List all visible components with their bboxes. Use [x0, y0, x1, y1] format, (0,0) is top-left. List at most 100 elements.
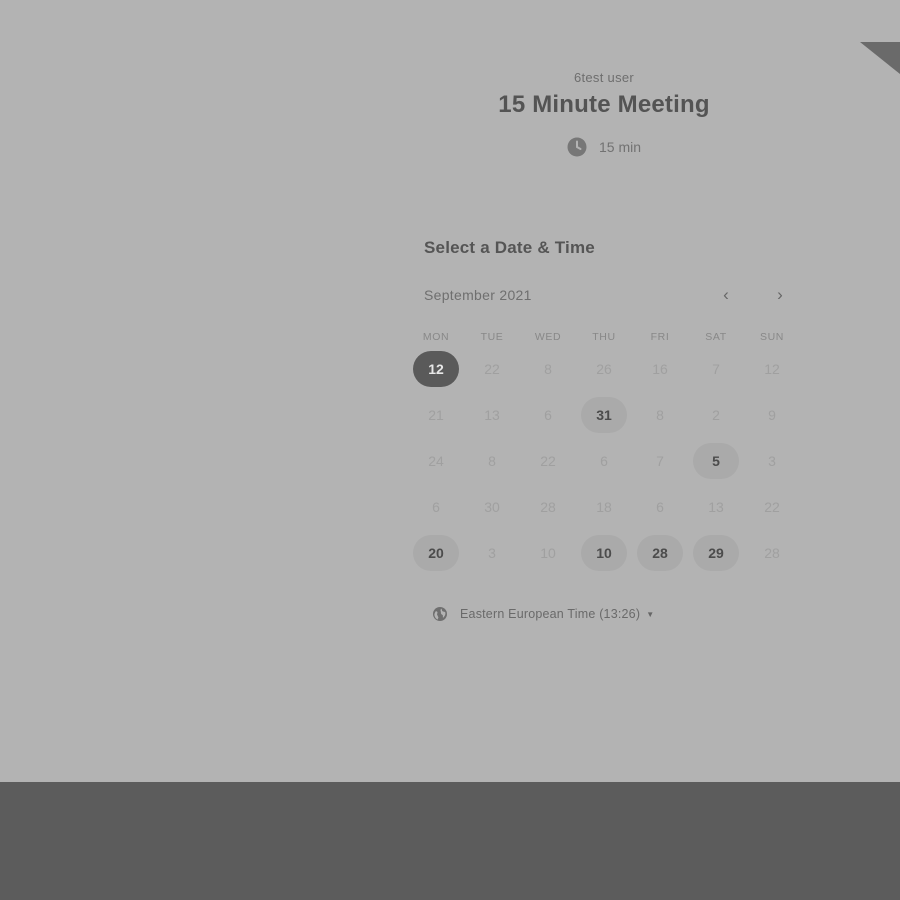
- calendar-day-unavailable: 7: [688, 346, 744, 392]
- calendar-day-number: 16: [652, 361, 668, 377]
- calendar-day-number: 29: [693, 535, 739, 571]
- clock-icon: [567, 137, 587, 157]
- calendar-day-unavailable: 12: [744, 346, 800, 392]
- calendar-week-row: 21 13 6 31 8 2 9: [408, 392, 800, 438]
- previous-month-button[interactable]: ‹: [716, 286, 736, 306]
- globe-icon: [433, 607, 447, 621]
- month-label: September 2021: [424, 287, 532, 303]
- calendar-day-unavailable: 26: [576, 346, 632, 392]
- calendar-day-unavailable: 6: [632, 484, 688, 530]
- timezone-label: Eastern European Time (13:26): [460, 607, 641, 621]
- calendar-day-available[interactable]: 20: [408, 530, 464, 576]
- calendar-day-available[interactable]: 10: [576, 530, 632, 576]
- calendar-day-unavailable: 8: [464, 438, 520, 484]
- calendar-day-unavailable: 16: [632, 346, 688, 392]
- calendar-day-unavailable: 6: [408, 484, 464, 530]
- calendar-day-number: 3: [488, 545, 496, 561]
- calendar-day-unavailable: 22: [744, 484, 800, 530]
- calendar-day-unavailable: 6: [576, 438, 632, 484]
- calendar-day-number: 9: [768, 407, 776, 423]
- calendar-week-row: 12 22 8 26 16 7 12: [408, 346, 800, 392]
- weekday-label: SAT: [705, 331, 727, 343]
- calendar-day-unavailable: 8: [632, 392, 688, 438]
- calendar-day-number: 22: [540, 453, 556, 469]
- calendar-day-number: 10: [581, 535, 627, 571]
- calendar-day-number: 13: [708, 499, 724, 515]
- event-duration: 15 min: [424, 137, 784, 157]
- calendar-day-number: 31: [581, 397, 627, 433]
- calendar-day-number: 12: [764, 361, 780, 377]
- calendar-week-row: 6 30 28 18 6 13 22: [408, 484, 800, 530]
- weekday-label: TUE: [480, 331, 504, 343]
- calendar-day-available[interactable]: 31: [576, 392, 632, 438]
- calendar-day-number: 7: [712, 361, 720, 377]
- calendar-week-row: 24 8 22 6 7 5 3: [408, 438, 800, 484]
- calendar-day-selected[interactable]: 12: [408, 346, 464, 392]
- footer-band: [0, 782, 900, 900]
- calendar-day-number: 20: [413, 535, 459, 571]
- calendar-day-number: 26: [596, 361, 612, 377]
- calendar-day-number: 21: [428, 407, 444, 423]
- calendar-day-number: 8: [656, 407, 664, 423]
- calendar-day-unavailable: 13: [464, 392, 520, 438]
- duration-label: 15 min: [598, 139, 642, 155]
- organizer-name: 6test user: [573, 70, 635, 85]
- calendar-day-unavailable: 13: [688, 484, 744, 530]
- calendar-day-number: 10: [540, 545, 556, 561]
- calendar-day-number: 28: [637, 535, 683, 571]
- calendar-day-unavailable: 24: [408, 438, 464, 484]
- calendar-day-number: 6: [432, 499, 440, 515]
- timezone-selector[interactable]: Eastern European Time (13:26) ▼: [432, 606, 654, 622]
- event-title: 15 Minute Meeting: [498, 91, 710, 118]
- next-month-button[interactable]: ›: [770, 286, 790, 306]
- calendar-day-unavailable: 28: [744, 530, 800, 576]
- calendar-day-unavailable: 7: [632, 438, 688, 484]
- calendar-day-number: 3: [768, 453, 776, 469]
- calendar-day-number: 5: [693, 443, 739, 479]
- calendar-day-number: 22: [484, 361, 500, 377]
- calendar-day-number: 30: [484, 499, 500, 515]
- booking-page: 6test user 15 Minute Meeting 15 min Sele…: [0, 0, 900, 782]
- calendar-day-number: 18: [596, 499, 612, 515]
- calendar-day-number: 22: [764, 499, 780, 515]
- calendar-day-unavailable: 9: [744, 392, 800, 438]
- calendar-day-number: 24: [428, 453, 444, 469]
- calendar-day-unavailable: 3: [744, 438, 800, 484]
- calendar-day-number: 12: [413, 351, 459, 387]
- calendar-day-available[interactable]: 29: [688, 530, 744, 576]
- calendar-day-number: 6: [656, 499, 664, 515]
- calendar-day-unavailable: 3: [464, 530, 520, 576]
- weekday-label: THU: [592, 331, 616, 343]
- calendar-day-number: 8: [488, 453, 496, 469]
- calendar-day-unavailable: 6: [520, 392, 576, 438]
- calendar-day-number: 13: [484, 407, 500, 423]
- event-header: 6test user 15 Minute Meeting 15 min: [424, 70, 784, 157]
- calendar-day-number: 7: [656, 453, 664, 469]
- caret-down-icon: ▼: [646, 609, 655, 619]
- calendar-day-unavailable: 18: [576, 484, 632, 530]
- calendar-day-unavailable: 22: [464, 346, 520, 392]
- calendar-day-unavailable: 8: [520, 346, 576, 392]
- calendar-day-unavailable: 10: [520, 530, 576, 576]
- calendar-day-unavailable: 30: [464, 484, 520, 530]
- month-navigation: September 2021 ‹ ›: [424, 286, 790, 306]
- calendar-day-number: 28: [764, 545, 780, 561]
- date-time-heading: Select a Date & Time: [424, 238, 595, 257]
- weekday-label: FRI: [650, 331, 670, 343]
- calendar-grid: 12 22 8 26 16 7 12 21 13 6 31 8 2 9 24 8 22 6 7 5 3 6 30 28 18 6 1…: [408, 346, 800, 576]
- weekday-label: MON: [422, 331, 450, 343]
- weekday-label: WED: [534, 331, 562, 343]
- calendar-day-number: 6: [600, 453, 608, 469]
- calendar-day-available[interactable]: 5: [688, 438, 744, 484]
- calendar-day-unavailable: 21: [408, 392, 464, 438]
- powered-by-ribbon[interactable]: [860, 42, 900, 74]
- calendar-day-available[interactable]: 28: [632, 530, 688, 576]
- calendar-day-unavailable: 2: [688, 392, 744, 438]
- calendar-day-number: 6: [544, 407, 552, 423]
- calendar-day-number: 28: [540, 499, 556, 515]
- calendar-day-unavailable: 28: [520, 484, 576, 530]
- calendar-day-unavailable: 22: [520, 438, 576, 484]
- weekday-label: SUN: [760, 331, 784, 343]
- calendar-day-number: 2: [712, 407, 720, 423]
- weekday-header: MON TUE WED THU FRI SAT SUN: [408, 331, 800, 343]
